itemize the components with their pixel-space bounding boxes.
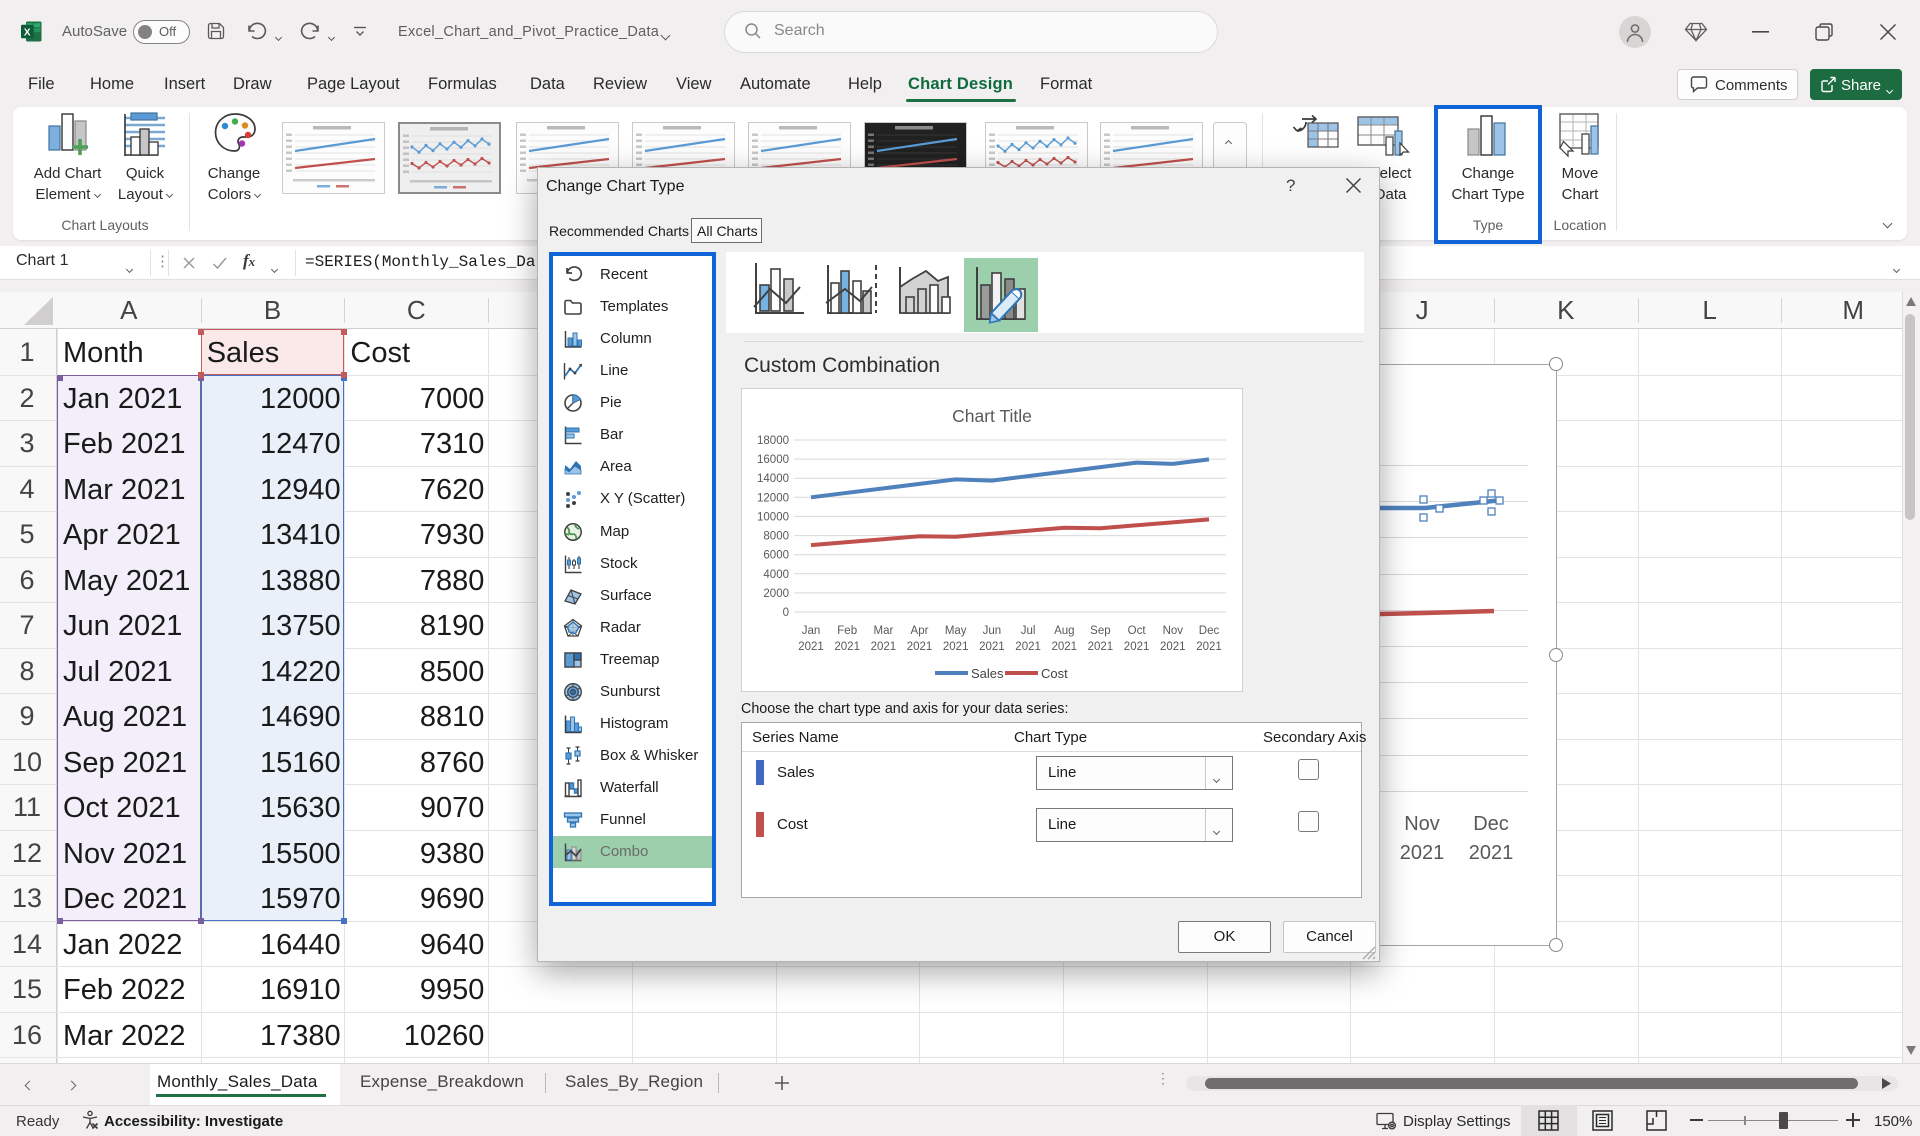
svg-text:2000: 2000 bbox=[763, 588, 789, 600]
svg-text:12000: 12000 bbox=[757, 492, 789, 504]
svg-text:Sales: Sales bbox=[971, 666, 1004, 681]
svg-text:2021: 2021 bbox=[1160, 641, 1186, 653]
svg-text:0: 0 bbox=[783, 607, 789, 619]
svg-text:2021: 2021 bbox=[1015, 641, 1041, 653]
svg-text:2021: 2021 bbox=[907, 641, 933, 653]
svg-text:Apr: Apr bbox=[911, 625, 929, 637]
svg-text:Cost: Cost bbox=[1041, 666, 1068, 681]
svg-text:14000: 14000 bbox=[757, 473, 789, 485]
svg-text:2021: 2021 bbox=[943, 641, 969, 653]
svg-text:Jan: Jan bbox=[802, 625, 821, 637]
svg-text:2021: 2021 bbox=[979, 641, 1005, 653]
svg-text:Sep: Sep bbox=[1090, 625, 1110, 637]
svg-text:Jul: Jul bbox=[1021, 625, 1036, 637]
svg-text:8000: 8000 bbox=[763, 531, 789, 543]
svg-text:2021: 2021 bbox=[871, 641, 897, 653]
svg-text:May: May bbox=[945, 625, 967, 637]
svg-text:2021: 2021 bbox=[1124, 641, 1150, 653]
svg-text:2021: 2021 bbox=[834, 641, 860, 653]
svg-text:Mar: Mar bbox=[873, 625, 893, 637]
svg-text:Feb: Feb bbox=[837, 625, 857, 637]
svg-text:X: X bbox=[24, 27, 31, 38]
svg-text:10000: 10000 bbox=[757, 511, 789, 523]
svg-text:2021: 2021 bbox=[1088, 641, 1114, 653]
svg-text:Nov: Nov bbox=[1163, 625, 1184, 637]
svg-text:Chart Title: Chart Title bbox=[952, 406, 1032, 426]
svg-text:2021: 2021 bbox=[798, 641, 824, 653]
svg-text:Dec: Dec bbox=[1199, 625, 1220, 637]
svg-text:18000: 18000 bbox=[757, 435, 789, 447]
svg-text:2021: 2021 bbox=[1052, 641, 1078, 653]
svg-text:4000: 4000 bbox=[763, 569, 789, 581]
svg-text:Oct: Oct bbox=[1128, 625, 1147, 637]
svg-text:2021: 2021 bbox=[1196, 641, 1222, 653]
svg-text:Aug: Aug bbox=[1054, 625, 1074, 637]
svg-text:16000: 16000 bbox=[757, 454, 789, 466]
svg-text:6000: 6000 bbox=[763, 550, 789, 562]
svg-text:Jun: Jun bbox=[983, 625, 1002, 637]
